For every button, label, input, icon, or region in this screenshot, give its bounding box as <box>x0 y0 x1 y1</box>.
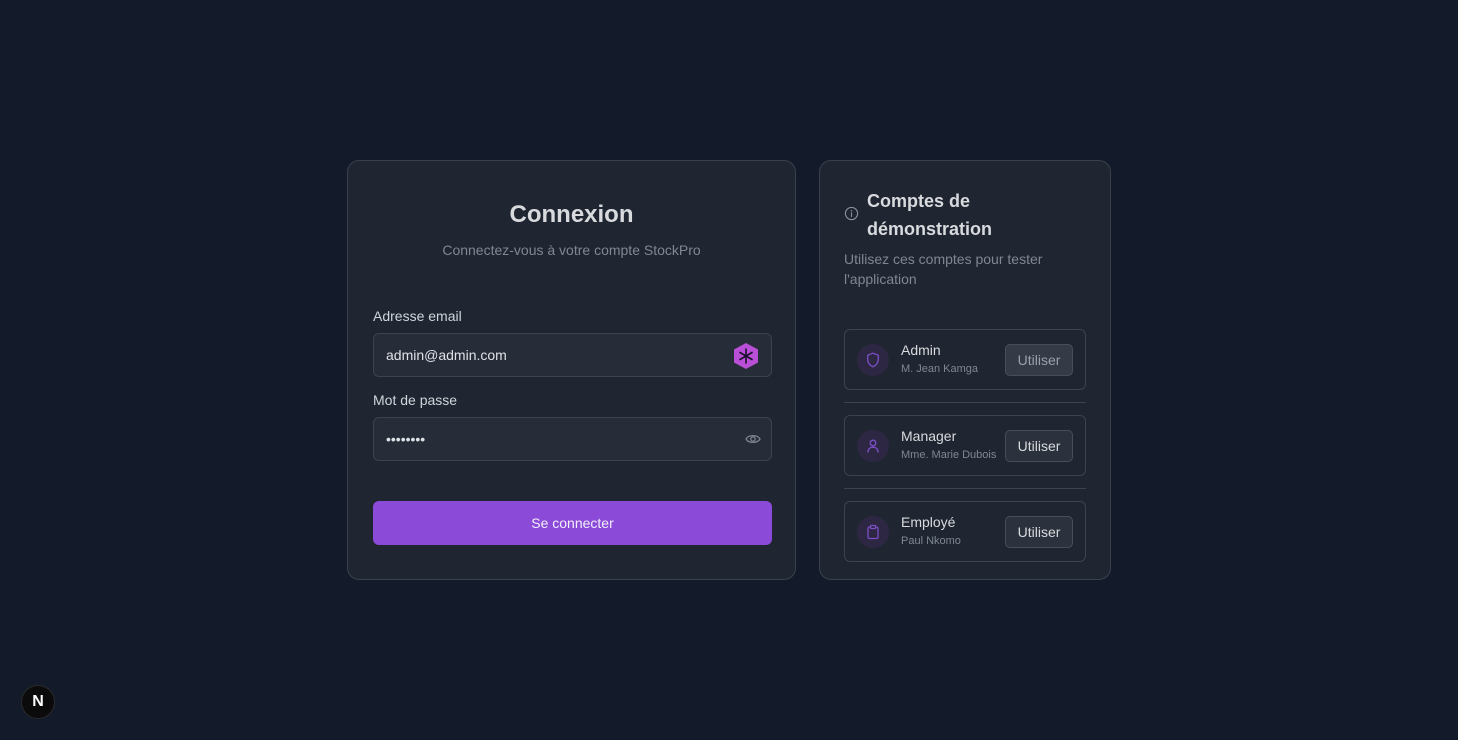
password-field-wrapper <box>373 417 772 461</box>
account-item-admin: Admin M. Jean Kamga Utiliser <box>844 329 1086 390</box>
password-label: Mot de passe <box>373 392 458 408</box>
account-role: Admin <box>901 342 941 358</box>
use-employee-button[interactable]: Utiliser <box>1005 516 1073 548</box>
account-role: Manager <box>901 428 957 444</box>
account-user: M. Jean Kamga <box>901 363 979 375</box>
use-manager-button[interactable]: Utiliser <box>1005 430 1073 462</box>
dev-tools-letter: N <box>32 693 44 710</box>
demo-accounts-card: Comptes de démonstration Utilisez ces co… <box>819 160 1111 580</box>
account-divider <box>844 402 1086 403</box>
login-subtitle: Connectez-vous à votre compte StockPro <box>442 242 701 258</box>
account-item-manager: Manager Mme. Marie Dubois Utiliser <box>844 415 1086 476</box>
login-button[interactable]: Se connecter <box>373 501 772 545</box>
info-icon <box>844 206 859 221</box>
clipboard-icon <box>857 516 889 548</box>
email-input[interactable] <box>374 334 771 376</box>
account-user: Mme. Marie Dubois <box>901 449 997 461</box>
account-divider <box>844 488 1086 489</box>
user-icon <box>857 430 889 462</box>
eye-icon[interactable] <box>745 432 761 446</box>
login-card: Connexion Connectez-vous à votre compte … <box>347 160 796 580</box>
account-user: Paul Nkomo <box>901 535 961 547</box>
account-role: Employé <box>901 514 956 530</box>
demo-header: Comptes de démonstration <box>844 187 1086 243</box>
email-label: Adresse email <box>373 308 462 324</box>
password-input[interactable] <box>374 418 771 460</box>
shield-icon <box>857 344 889 376</box>
password-manager-icon[interactable] <box>733 342 759 370</box>
account-list: Admin M. Jean Kamga Utiliser Manager Mme… <box>844 329 1086 562</box>
login-title: Connexion <box>509 201 634 228</box>
use-admin-button[interactable]: Utiliser <box>1005 344 1073 376</box>
dev-tools-badge[interactable]: N <box>21 685 55 719</box>
demo-title: Comptes de démonstration <box>867 191 993 239</box>
demo-description: Utilisez ces comptes pour tester l'appli… <box>844 251 1043 287</box>
email-field-wrapper <box>373 333 772 377</box>
account-item-employee: Employé Paul Nkomo Utiliser <box>844 501 1086 562</box>
